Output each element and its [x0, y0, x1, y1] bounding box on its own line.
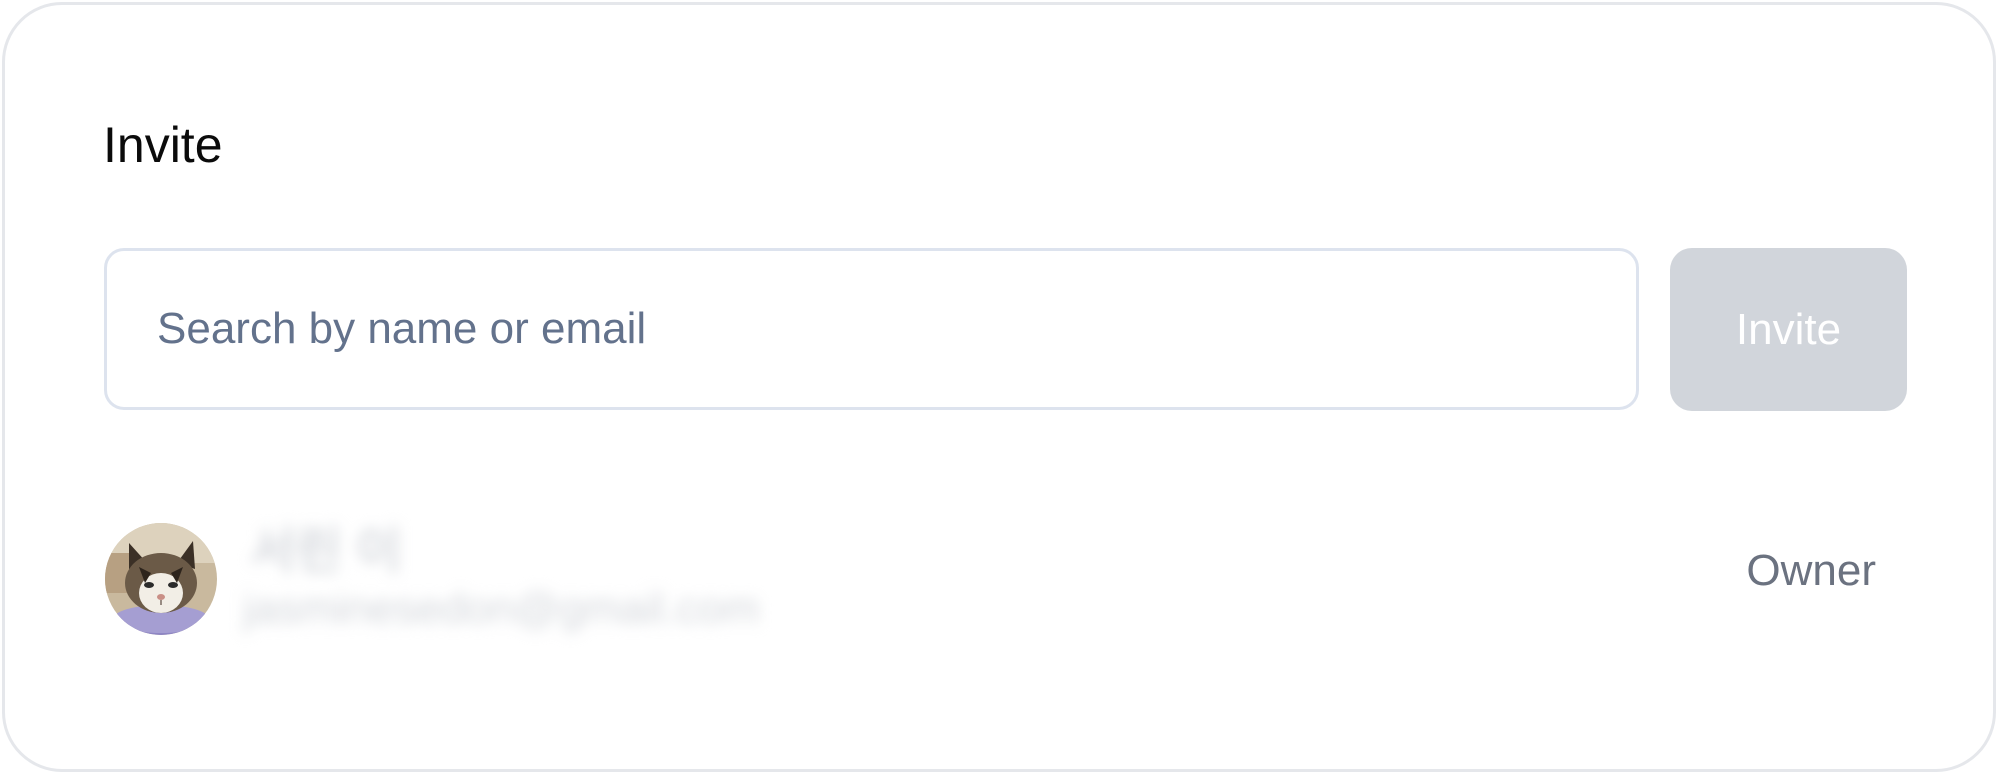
cat-photo-avatar-icon [105, 523, 217, 635]
member-name: 서린 이 [250, 523, 402, 579]
member-email: jasminesedon@gmail.com [243, 584, 760, 633]
invite-button[interactable]: Invite [1670, 248, 1907, 411]
role-label[interactable]: Owner [1746, 543, 1876, 599]
invite-card: Invite Invite 서린 이 jas [2, 2, 1996, 772]
member-row: 서린 이 jasminesedon@gmail.com Owner [105, 523, 1915, 637]
search-input[interactable] [104, 248, 1639, 410]
invite-title: Invite [103, 117, 223, 173]
avatar-image [105, 523, 217, 635]
